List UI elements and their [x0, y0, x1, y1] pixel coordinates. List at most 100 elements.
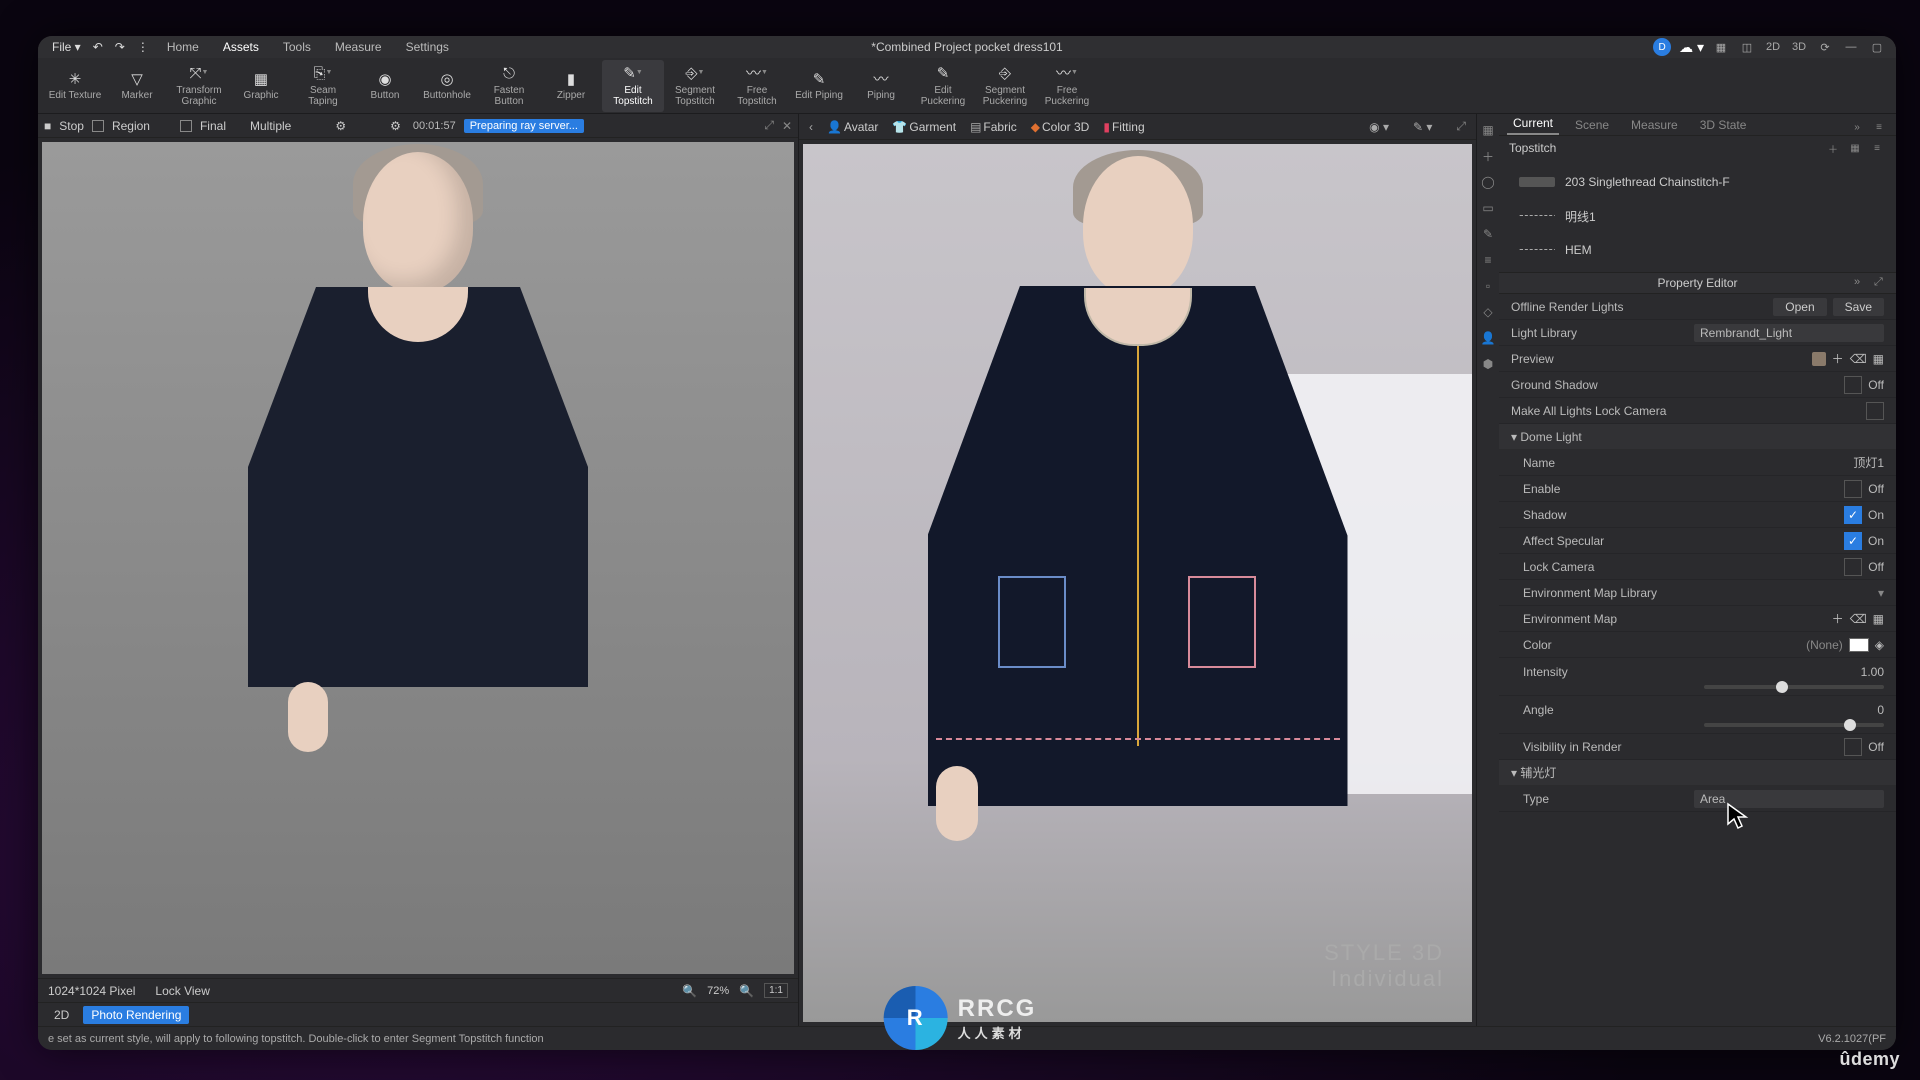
file-menu[interactable]: File ▾ — [48, 40, 85, 54]
nav-back-icon[interactable]: ‹ — [809, 120, 813, 134]
tab-2d[interactable]: 2D — [46, 1006, 77, 1024]
shadow-toggle[interactable]: ✓ — [1844, 506, 1862, 524]
mode-fabric[interactable]: Fabric — [983, 120, 1016, 134]
viewport-3d[interactable]: STYLE 3D Individual — [803, 144, 1472, 1022]
make-all-lock-toggle[interactable] — [1866, 402, 1884, 420]
zoom-1to1[interactable]: 1:1 — [764, 983, 788, 998]
edit-mode-icon[interactable]: ✎ ▾ — [1413, 120, 1432, 134]
list-item[interactable]: 明线1 — [1509, 200, 1896, 232]
type-select[interactable]: Area — [1694, 790, 1884, 808]
tool4-icon[interactable]: ▭ — [1480, 200, 1496, 216]
stop-icon[interactable]: ■ — [44, 119, 51, 133]
list-item[interactable]: HEM — [1509, 234, 1896, 266]
fill-light-header[interactable]: ▾ 辅光灯 — [1511, 764, 1884, 781]
maximize-icon[interactable]: ▢ — [1868, 38, 1886, 56]
tool10-icon[interactable]: ⬢ — [1480, 356, 1496, 372]
grid-view-icon[interactable]: ▦ — [1846, 140, 1864, 156]
ground-shadow-toggle[interactable] — [1844, 376, 1862, 394]
render-viewport[interactable] — [42, 142, 794, 974]
ribbon-segment-topstitch[interactable]: ⎆▼SegmentTopstitch — [664, 60, 726, 112]
zoom-out-icon[interactable]: 🔍 — [682, 984, 697, 998]
envlib-dropdown[interactable]: ▾ — [1878, 586, 1884, 600]
angle-value[interactable]: 0 — [1877, 703, 1884, 717]
close-render-icon[interactable]: ✕ — [782, 119, 792, 133]
dome-light-header[interactable]: ▾ Dome Light — [1511, 430, 1884, 444]
tool9-icon[interactable]: 👤 — [1480, 330, 1496, 346]
tab-current[interactable]: Current — [1507, 113, 1559, 135]
ribbon-piping[interactable]: 〰Piping — [850, 60, 912, 112]
cloud-icon[interactable]: ☁ ▾ — [1679, 39, 1704, 56]
camera-mode-icon[interactable]: ◉ ▾ — [1369, 120, 1389, 134]
color-swatch[interactable] — [1849, 638, 1869, 652]
tab-photo-rendering[interactable]: Photo Rendering — [83, 1006, 189, 1024]
vis-toggle[interactable] — [1844, 738, 1862, 756]
tool8-icon[interactable]: ◇ — [1480, 304, 1496, 320]
minimize-icon[interactable]: — — [1842, 38, 1860, 56]
tool2-icon[interactable]: ＋ — [1480, 148, 1496, 164]
angle-slider[interactable] — [1704, 723, 1884, 727]
ribbon-segment-puckering[interactable]: ⎆SegmentPuckering — [974, 60, 1036, 112]
expand-right-icon[interactable]: » — [1848, 119, 1866, 135]
layout-split-icon[interactable]: ◫ — [1738, 38, 1756, 56]
preview-del-icon[interactable]: ⌫ — [1850, 352, 1867, 366]
preview-grid-icon[interactable]: ▦ — [1873, 352, 1884, 366]
ribbon-free-puckering[interactable]: 〰▼Free Puckering — [1036, 60, 1098, 112]
mode-garment[interactable]: Garment — [909, 120, 956, 134]
open-button[interactable]: Open — [1773, 298, 1826, 316]
menu-assets[interactable]: Assets — [213, 38, 269, 56]
tool1-icon[interactable]: ▦ — [1480, 122, 1496, 138]
tool3-icon[interactable]: ◯ — [1480, 174, 1496, 190]
list-item[interactable]: 203 Singlethread Chainstitch-F — [1509, 166, 1896, 198]
zoom-in-icon[interactable]: 🔍 — [739, 984, 754, 998]
save-button[interactable]: Save — [1833, 298, 1884, 316]
list-view-icon[interactable]: ≡ — [1868, 140, 1886, 156]
view-2d-button[interactable]: 2D — [1764, 38, 1782, 56]
menu-tools[interactable]: Tools — [273, 38, 321, 56]
intensity-value[interactable]: 1.00 — [1861, 665, 1884, 679]
ribbon-graphic[interactable]: ▦Graphic — [230, 60, 292, 112]
tab-scene[interactable]: Scene — [1569, 115, 1615, 135]
avatar-3d[interactable] — [858, 156, 1418, 936]
ribbon-fasten-button[interactable]: ⎋FastenButton — [478, 60, 540, 112]
user-badge-icon[interactable]: D — [1653, 38, 1671, 56]
menu-home[interactable]: Home — [157, 38, 209, 56]
ribbon-marker[interactable]: ▽Marker — [106, 60, 168, 112]
region-checkbox[interactable] — [92, 120, 104, 132]
ribbon-edit-topstitch[interactable]: ✎▼EditTopstitch — [602, 60, 664, 112]
undo-icon[interactable]: ↶ — [89, 40, 107, 54]
redo-icon[interactable]: ↷ — [111, 40, 129, 54]
stop-button[interactable]: Stop — [59, 119, 84, 133]
ribbon-edit-piping[interactable]: ✎Edit Piping — [788, 60, 850, 112]
layout-grid-icon[interactable]: ▦ — [1712, 38, 1730, 56]
pocket-right[interactable] — [1188, 576, 1256, 668]
region-label[interactable]: Region — [112, 119, 150, 133]
pocket-left[interactable] — [998, 576, 1066, 668]
enable-toggle[interactable] — [1844, 480, 1862, 498]
intensity-slider[interactable] — [1704, 685, 1884, 689]
ribbon-seam-taping[interactable]: ⎘▼SeamTaping — [292, 60, 354, 112]
settings-a-icon[interactable]: ⚙ — [335, 119, 346, 133]
lockview-label[interactable]: Lock View — [155, 984, 209, 998]
mode-color3d[interactable]: Color 3D — [1042, 120, 1089, 134]
menu-measure[interactable]: Measure — [325, 38, 392, 56]
envmap-grid-icon[interactable]: ▦ — [1873, 612, 1884, 626]
refresh-icon[interactable]: ⟳ — [1816, 38, 1834, 56]
tab-3dstate[interactable]: 3D State — [1694, 115, 1753, 135]
tab-measure[interactable]: Measure — [1625, 115, 1684, 135]
name-value[interactable]: 顶灯1 — [1853, 454, 1884, 471]
envmap-add-icon[interactable]: ＋ — [1832, 610, 1844, 627]
view-3d-button[interactable]: 3D — [1790, 38, 1808, 56]
add-topstitch-icon[interactable]: ＋ — [1824, 140, 1842, 156]
mode-fitting[interactable]: Fitting — [1112, 120, 1145, 134]
tool6-icon[interactable]: ≡ — [1480, 252, 1496, 268]
collapse-right-icon[interactable]: ≡ — [1870, 119, 1888, 135]
ribbon-edit-texture[interactable]: ✳Edit Texture — [44, 60, 106, 112]
final-label[interactable]: Final — [200, 119, 226, 133]
ribbon-buttonhole[interactable]: ◎Buttonhole — [416, 60, 478, 112]
ribbon-edit-puckering[interactable]: ✎EditPuckering — [912, 60, 974, 112]
ribbon-free-topstitch[interactable]: 〰▼Free Topstitch — [726, 60, 788, 112]
multiple-label[interactable]: Multiple — [250, 119, 291, 133]
ribbon-transform-graphic[interactable]: ⤧▼TransformGraphic — [168, 60, 230, 112]
preview-add-icon[interactable]: ＋ — [1832, 350, 1844, 367]
settings-b-icon[interactable]: ⚙ — [390, 119, 401, 133]
